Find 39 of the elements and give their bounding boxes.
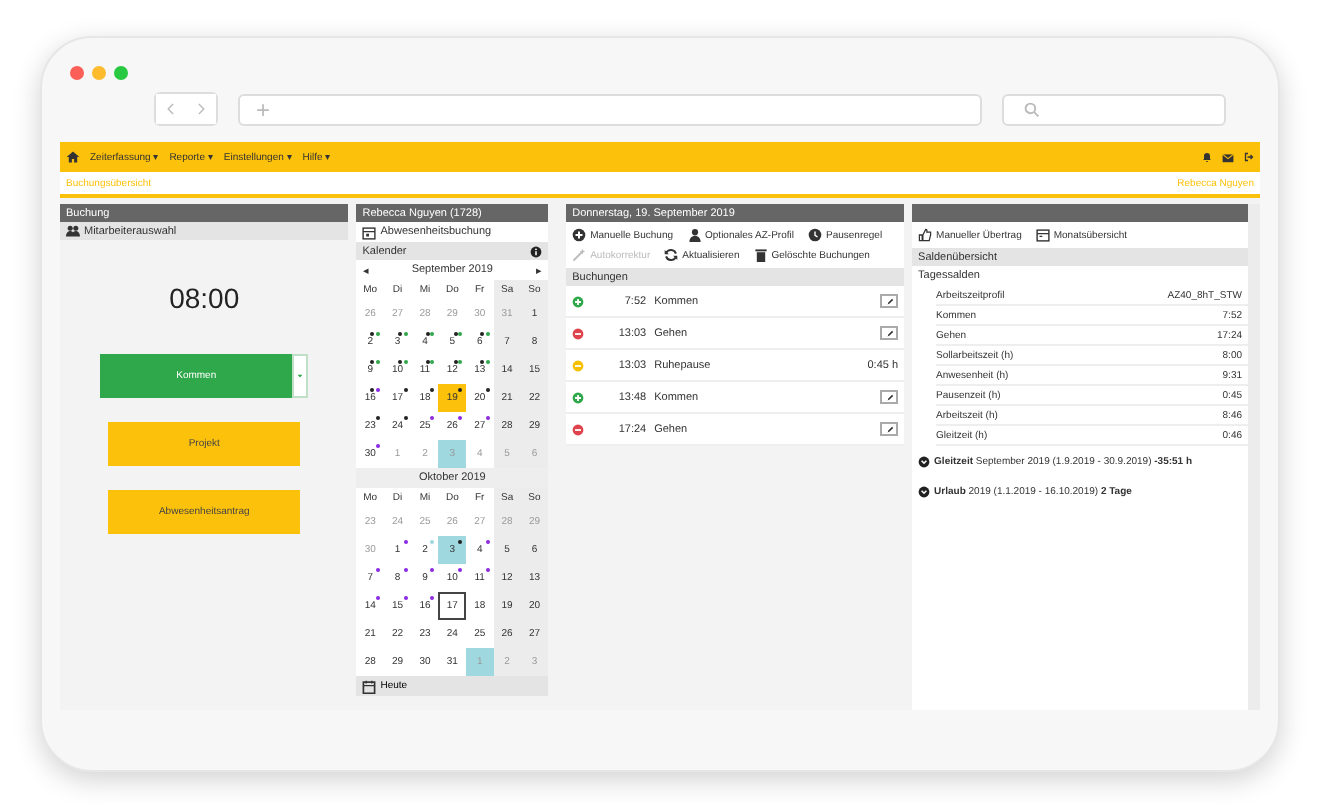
pencil-icon bbox=[885, 425, 894, 433]
close-light[interactable] bbox=[70, 66, 84, 80]
refresh-icon bbox=[664, 248, 679, 262]
wand-icon bbox=[572, 248, 587, 262]
clock-time: 08:00 bbox=[167, 282, 242, 314]
envelope-icon bbox=[1222, 151, 1234, 163]
chevron-circle-icon bbox=[918, 456, 931, 468]
users-icon bbox=[66, 224, 80, 238]
chevron-right-icon bbox=[194, 102, 208, 116]
bell-icon bbox=[1202, 152, 1212, 162]
search-icon bbox=[1024, 101, 1040, 117]
chevron-circle-icon bbox=[918, 486, 931, 498]
search-field[interactable] bbox=[1002, 93, 1226, 125]
trash-icon bbox=[753, 248, 768, 262]
pencil-icon bbox=[885, 297, 894, 305]
hand-icon bbox=[918, 228, 933, 242]
minimize-light[interactable] bbox=[92, 66, 106, 80]
home-icon bbox=[66, 150, 80, 164]
pause-circle-icon bbox=[572, 359, 585, 371]
dropdown-toggle[interactable] bbox=[292, 354, 309, 398]
zoom-light[interactable] bbox=[114, 66, 128, 80]
plus-circle-icon bbox=[572, 391, 585, 403]
pencil-icon bbox=[885, 329, 894, 337]
edit-button[interactable] bbox=[880, 294, 899, 308]
chevron-left-icon bbox=[164, 102, 178, 116]
plus-circle-icon bbox=[572, 228, 587, 242]
minus-circle-icon bbox=[572, 327, 585, 339]
logout-icon bbox=[1244, 152, 1254, 162]
edit-button[interactable] bbox=[880, 326, 899, 340]
plus-circle-icon bbox=[572, 295, 585, 307]
edit-button[interactable] bbox=[880, 422, 899, 436]
clock-icon bbox=[807, 228, 822, 242]
calendar-icon bbox=[1035, 228, 1050, 242]
pencil-icon bbox=[885, 393, 894, 401]
edit-button[interactable] bbox=[880, 390, 899, 404]
minus-circle-icon bbox=[572, 423, 585, 435]
calendar-icon bbox=[362, 679, 377, 693]
calendar-icon bbox=[362, 225, 377, 239]
user-icon bbox=[687, 228, 702, 242]
